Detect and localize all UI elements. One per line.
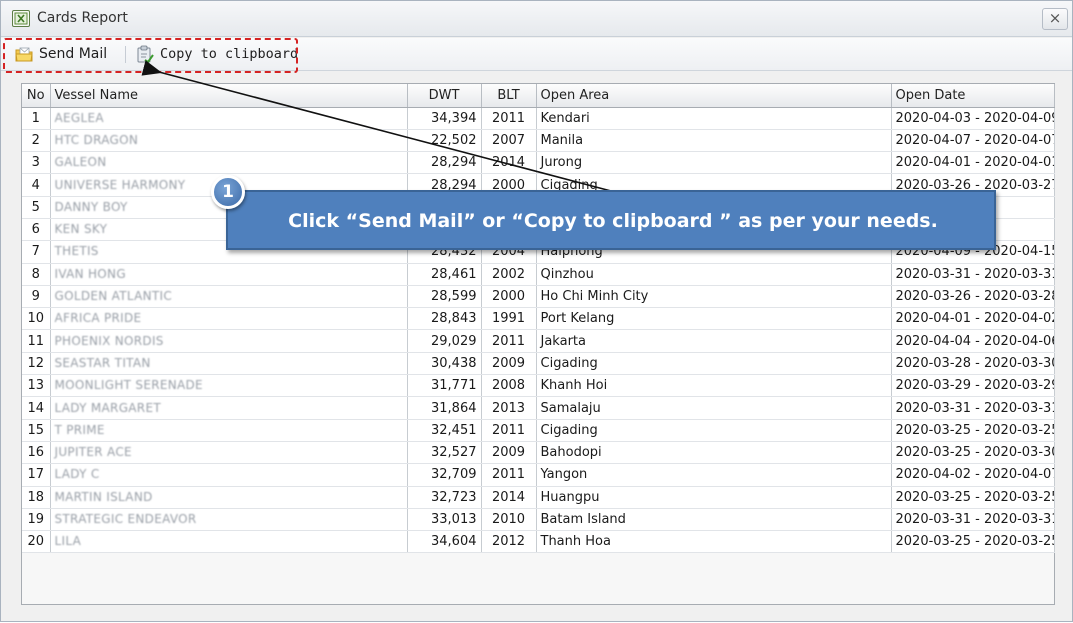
- instruction-text: Click “Send Mail” or “Copy to clipboard …: [288, 210, 938, 232]
- pointer-arrow: [141, 60, 612, 192]
- cards-report-window: Cards Report × Send Mail Copy to clipboa…: [0, 0, 1073, 622]
- step-number-badge: 1: [211, 175, 245, 209]
- instruction-callout: Click “Send Mail” or “Copy to clipboard …: [226, 190, 996, 250]
